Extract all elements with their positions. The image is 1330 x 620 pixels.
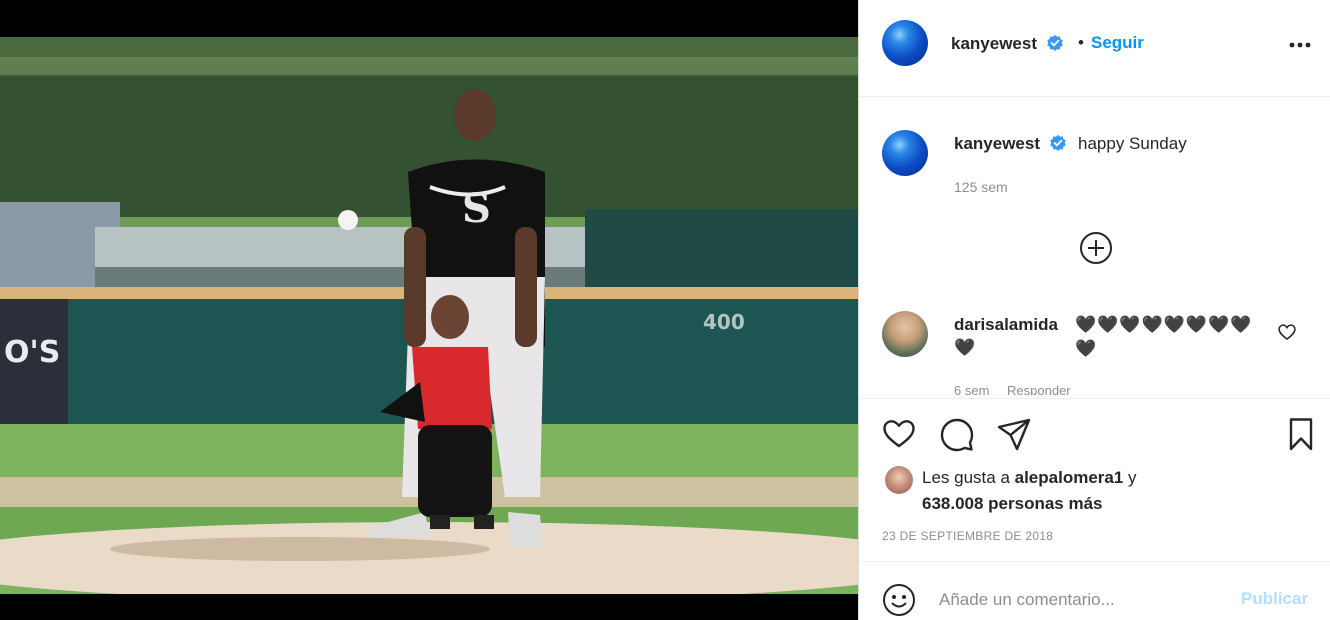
comment-text: 🖤🖤🖤🖤🖤🖤🖤🖤🖤 — [1075, 315, 1253, 358]
comment-time[interactable]: 6 sem — [954, 383, 989, 395]
svg-text:O'S: O'S — [4, 335, 60, 370]
liker-avatar[interactable] — [885, 466, 913, 494]
liker-username[interactable]: alepalomera1 — [1015, 468, 1124, 487]
reply-button[interactable]: Responder — [1007, 383, 1071, 395]
likes-prefix: Les gusta a — [922, 468, 1015, 487]
comment-composer: Publicar — [859, 561, 1330, 620]
post-photo-illustration: O'S 400 S — [0, 37, 858, 594]
emoji-icon[interactable] — [882, 583, 916, 617]
post-media[interactable]: O'S 400 S — [0, 0, 858, 620]
heart-icon[interactable] — [881, 416, 917, 452]
svg-text:400: 400 — [703, 310, 745, 334]
caption-text: happy Sunday — [1078, 134, 1187, 153]
follow-separator: • — [1078, 33, 1084, 52]
post-actions: Les gusta a alepalomera1 y 638.008 perso… — [859, 398, 1330, 561]
comment-like-icon[interactable] — [1277, 322, 1297, 342]
plus-circle-icon[interactable] — [1080, 232, 1112, 264]
svg-text:S: S — [462, 185, 491, 232]
commenter-username[interactable]: darisalamida — [954, 315, 1058, 335]
comment-text-continued: 🖤 — [954, 338, 976, 357]
post-header: kanyewest • Seguir — [859, 0, 1330, 97]
send-icon[interactable] — [996, 416, 1032, 452]
publish-button[interactable]: Publicar — [1241, 589, 1308, 609]
verified-badge-icon — [1049, 134, 1066, 151]
post-photo[interactable]: O'S 400 S — [0, 37, 858, 594]
likes-summary: Les gusta a alepalomera1 y 638.008 perso… — [922, 465, 1137, 517]
author-avatar[interactable] — [882, 20, 928, 66]
comment-icon[interactable] — [939, 416, 975, 452]
likes-mid: y — [1123, 468, 1137, 487]
comment-meta: 6 sem Responder — [954, 383, 1085, 395]
more-options-icon[interactable] — [1285, 36, 1315, 54]
caption-author-avatar[interactable] — [882, 130, 928, 176]
verified-badge-icon — [1046, 34, 1063, 51]
follow-button[interactable]: Seguir — [1091, 33, 1144, 53]
caption-time[interactable]: 125 sem — [954, 179, 1008, 195]
author-username[interactable]: kanyewest — [951, 34, 1064, 54]
bookmark-icon[interactable] — [1283, 416, 1319, 452]
caption-author[interactable]: kanyewest — [954, 134, 1067, 154]
post-date[interactable]: 23 DE SEPTIEMBRE DE 2018 — [882, 529, 1053, 543]
commenter-avatar[interactable] — [882, 311, 928, 357]
post-side-panel: kanyewest • Seguir kanyewest happy Sunda… — [858, 0, 1330, 620]
author-username-text[interactable]: kanyewest — [951, 34, 1037, 53]
likes-count[interactable]: 638.008 personas más — [922, 494, 1103, 513]
comment-input[interactable] — [939, 588, 1229, 612]
caption-author-text[interactable]: kanyewest — [954, 134, 1040, 153]
